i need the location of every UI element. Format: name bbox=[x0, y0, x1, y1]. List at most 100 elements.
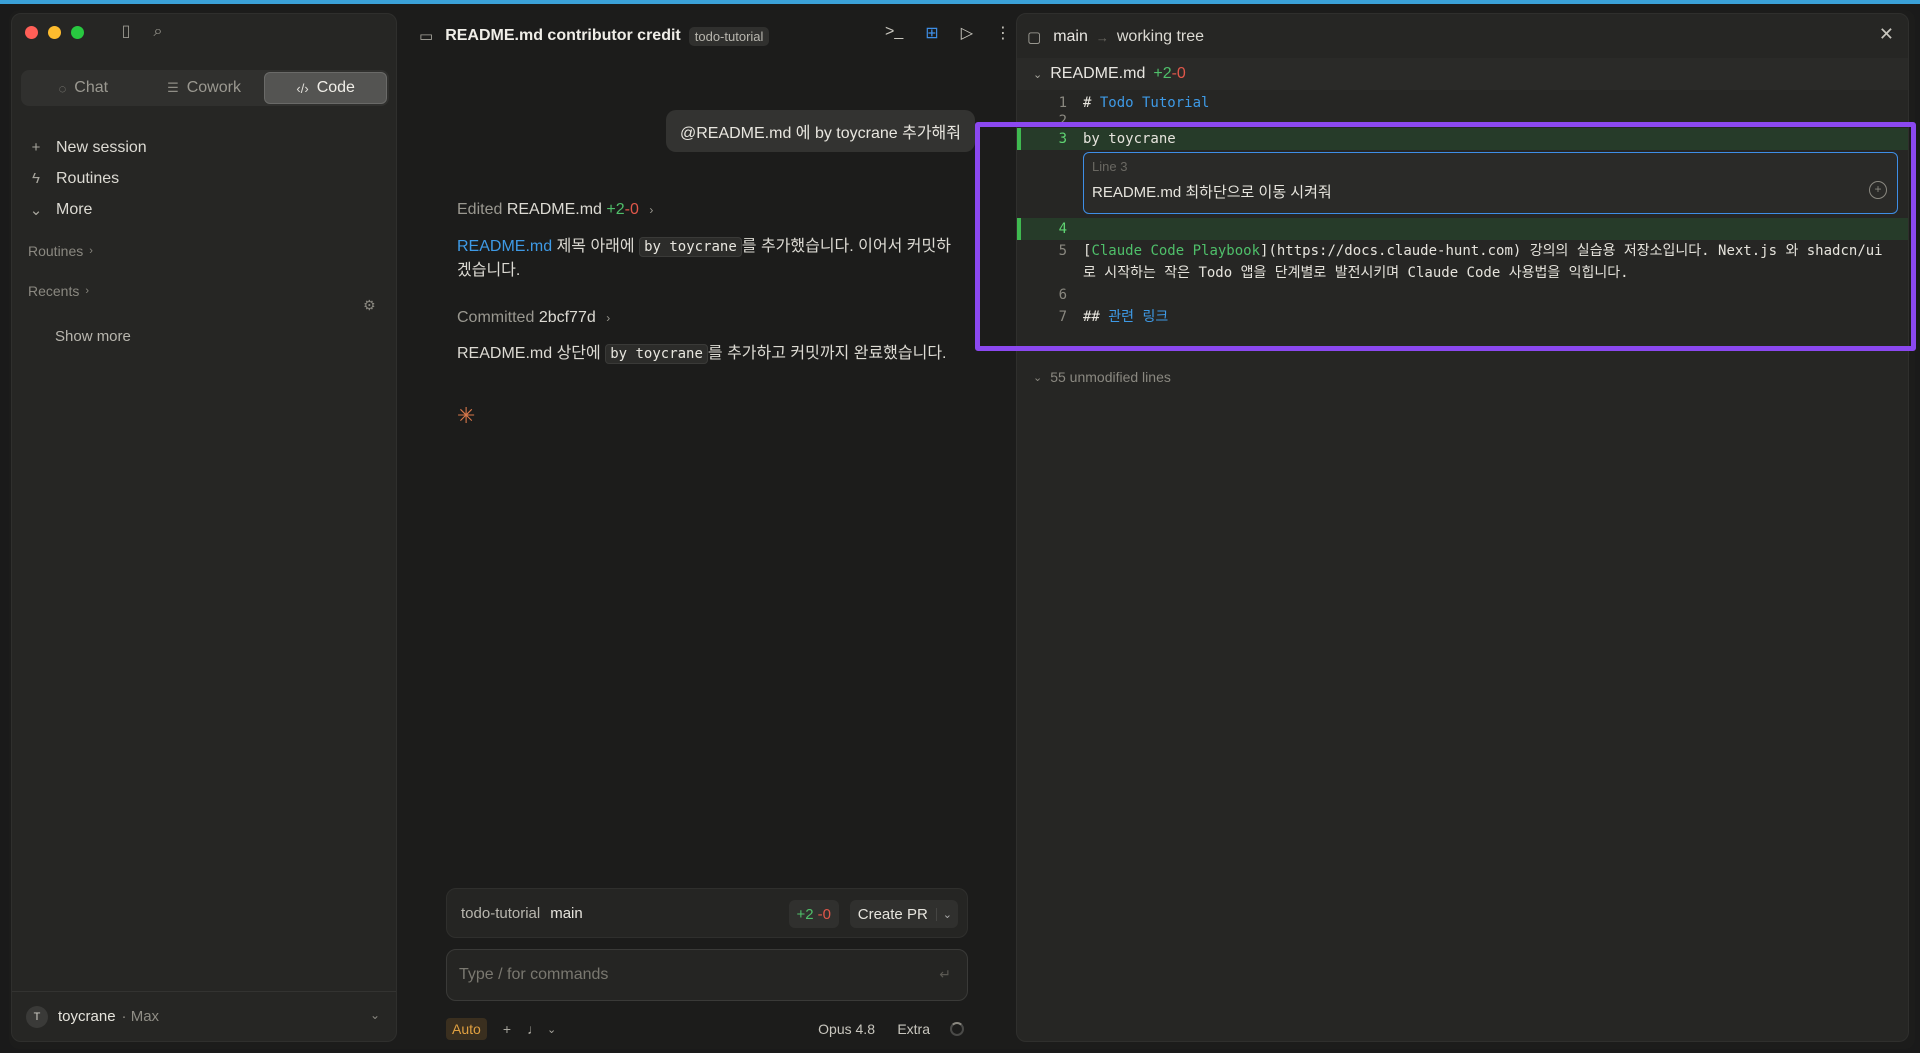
chevron-down-icon: ⌄ bbox=[29, 201, 43, 219]
auto-mode-badge[interactable]: Auto bbox=[446, 1018, 487, 1040]
prompt-composer[interactable]: Type / for commands ↵ bbox=[446, 949, 968, 1001]
heading-marker: # bbox=[1083, 95, 1100, 111]
user-plan: · Max bbox=[121, 1008, 160, 1025]
routines-section-header[interactable]: Routines › bbox=[28, 243, 93, 259]
edited-plus: +2 bbox=[606, 201, 625, 218]
arrow-right-icon: → bbox=[1095, 29, 1109, 45]
edit-summary[interactable]: Edited README.md +2-0 › bbox=[457, 198, 653, 222]
code-brackets-icon: ‹/› bbox=[296, 80, 309, 96]
chat-header: ▭ README.md contributor credit todo-tuto… bbox=[419, 21, 770, 51]
create-pr-button[interactable]: Create PR ⌄ bbox=[849, 900, 958, 928]
diff-file-name: README.md bbox=[1050, 65, 1146, 82]
add-comment-icon[interactable]: + bbox=[1869, 181, 1887, 199]
chevron-down-icon[interactable]: ⌄ bbox=[935, 907, 958, 921]
plus-icon: + bbox=[31, 139, 41, 156]
more-nav-item[interactable]: ⌄ More bbox=[26, 194, 386, 225]
code-line[interactable]: 7 ## 관련 링크 bbox=[1017, 306, 1908, 328]
reply1-text-a: 제목 아래에 bbox=[552, 238, 640, 255]
create-pr-label: Create PR bbox=[857, 905, 928, 923]
mode-cowork-button[interactable]: ☰ Cowork bbox=[144, 72, 265, 104]
mode-cowork-label: Cowork bbox=[186, 79, 241, 96]
recents-section-label: Recents bbox=[28, 283, 80, 299]
routines-nav-item[interactable]: ϟ Routines bbox=[26, 163, 386, 194]
more-options-icon[interactable]: ⋮ bbox=[995, 23, 1011, 43]
microphone-icon[interactable]: ♩ bbox=[527, 1021, 541, 1037]
avatar: T bbox=[26, 1005, 48, 1028]
code-line-added[interactable]: 3 by toycrane bbox=[1017, 128, 1908, 150]
comment-text: README.md 최하단으로 이동 시켜줘 bbox=[1092, 184, 1332, 201]
code-line[interactable]: 1 # Todo Tutorial bbox=[1017, 92, 1908, 114]
model-selector[interactable]: Opus 4.8 bbox=[818, 1021, 875, 1037]
enter-icon[interactable]: ↵ bbox=[939, 966, 951, 983]
diff-branch[interactable]: main bbox=[1053, 28, 1088, 46]
play-icon[interactable]: ▷ bbox=[961, 23, 973, 43]
close-icon[interactable]: ✕ bbox=[1879, 24, 1894, 45]
assistant-reply-2: README.md 상단에 by toycrane 를 추가하고 커밋까지 완료했… bbox=[457, 342, 997, 366]
show-more-link[interactable]: Show more bbox=[55, 328, 131, 345]
line-number: 1 bbox=[1058, 95, 1067, 111]
line-number: 4 bbox=[1058, 221, 1067, 237]
more-nav-label: More bbox=[56, 200, 93, 218]
heading-text: 관련 링크 bbox=[1108, 309, 1169, 325]
zoom-window-button[interactable] bbox=[71, 26, 84, 39]
sidebar-tools: ▯ ⌕ bbox=[117, 23, 167, 41]
chevron-down-icon: ⌄ bbox=[369, 1008, 380, 1022]
routines-nav-label: Routines bbox=[56, 169, 120, 187]
code-line-added[interactable]: 4 bbox=[1017, 218, 1908, 240]
folder-icon: ▢ bbox=[1027, 29, 1042, 46]
file-diff-header[interactable]: ⌄ README.md +2 -0 bbox=[1017, 58, 1908, 90]
loading-spinner-icon bbox=[950, 1022, 964, 1036]
new-session-button[interactable]: + New session bbox=[26, 132, 386, 163]
mode-chat-button[interactable]: ◌ Chat bbox=[23, 72, 144, 104]
terminal-icon[interactable]: >_ bbox=[885, 23, 903, 43]
checklist-icon: ☰ bbox=[167, 80, 179, 95]
chevron-right-icon: › bbox=[85, 285, 90, 297]
code-line[interactable]: 6 bbox=[1017, 284, 1908, 306]
filter-sliders-icon[interactable]: ⚙ bbox=[363, 297, 376, 314]
edited-minus: -0 bbox=[624, 201, 639, 218]
markdown-link-text: Claude Code Playbook bbox=[1091, 243, 1261, 259]
line-text: by toycrane bbox=[1083, 131, 1176, 147]
diff-view-label[interactable]: working tree bbox=[1117, 28, 1204, 46]
laptop-icon: ▭ bbox=[419, 28, 434, 45]
user-menu[interactable]: T toycrane · Max ⌄ bbox=[12, 991, 396, 1041]
diff-stat-pill[interactable]: +2 -0 bbox=[788, 900, 839, 928]
bolt-icon: ϟ bbox=[32, 170, 40, 187]
sidebar-nav: + New session ϟ Routines ⌄ More bbox=[26, 132, 386, 225]
commit-hash: 2bcf77d bbox=[538, 309, 596, 326]
committed-prefix: Committed bbox=[457, 309, 535, 326]
mode-code-label: Code bbox=[316, 79, 355, 96]
chevron-down-icon[interactable]: ⌄ bbox=[547, 1023, 556, 1036]
reply2-text-b: 를 추가하고 커밋까지 완료했습니다. bbox=[707, 345, 947, 362]
chat-bubble-icon: ◌ bbox=[58, 80, 67, 96]
line-number: 2 bbox=[1058, 114, 1067, 128]
heading-marker: ## bbox=[1083, 309, 1109, 325]
sidebar: ▯ ⌕ ◌ Chat ☰ Cowork ‹/› Code + New sessi… bbox=[11, 13, 397, 1042]
diff-plus: +2 bbox=[796, 905, 814, 923]
line-comment-input[interactable]: Line 3 README.md 최하단으로 이동 시켜줘 + bbox=[1083, 152, 1898, 214]
minimize-window-button[interactable] bbox=[48, 26, 61, 39]
window-controls bbox=[25, 26, 84, 39]
effort-selector[interactable]: Extra bbox=[897, 1021, 930, 1037]
code-line[interactable]: 2 bbox=[1017, 114, 1908, 128]
add-attachment-icon[interactable]: + bbox=[503, 1021, 511, 1037]
readme-link[interactable]: README.md bbox=[457, 238, 552, 255]
branch-bar-branch[interactable]: main bbox=[550, 905, 583, 922]
diff-header: ▢ main → working tree bbox=[1027, 22, 1204, 52]
recents-section-header[interactable]: Recents › bbox=[28, 283, 89, 299]
diff-view-icon[interactable]: ⊞ bbox=[925, 23, 938, 43]
sidebar-toggle-icon[interactable]: ▯ bbox=[117, 23, 135, 41]
close-window-button[interactable] bbox=[25, 26, 38, 39]
mode-chat-label: Chat bbox=[74, 79, 109, 96]
commit-summary[interactable]: Committed 2bcf77d › bbox=[457, 306, 610, 330]
line-text: ## 관련 링크 bbox=[1083, 306, 1168, 328]
mode-code-button[interactable]: ‹/› Code bbox=[264, 72, 388, 104]
line-text: # Todo Tutorial bbox=[1083, 92, 1209, 114]
search-icon[interactable]: ⌕ bbox=[149, 23, 167, 41]
session-title: README.md contributor credit bbox=[445, 27, 681, 44]
inline-code: by toycrane bbox=[605, 344, 708, 364]
diff-minus: -0 bbox=[817, 905, 831, 923]
line-text: [Claude Code Playbook](https://docs.clau… bbox=[1083, 243, 1883, 281]
code-line[interactable]: 5 [Claude Code Playbook](https://docs.cl… bbox=[1017, 240, 1908, 284]
unmodified-lines-toggle[interactable]: ⌄ 55 unmodified lines bbox=[1033, 369, 1171, 385]
